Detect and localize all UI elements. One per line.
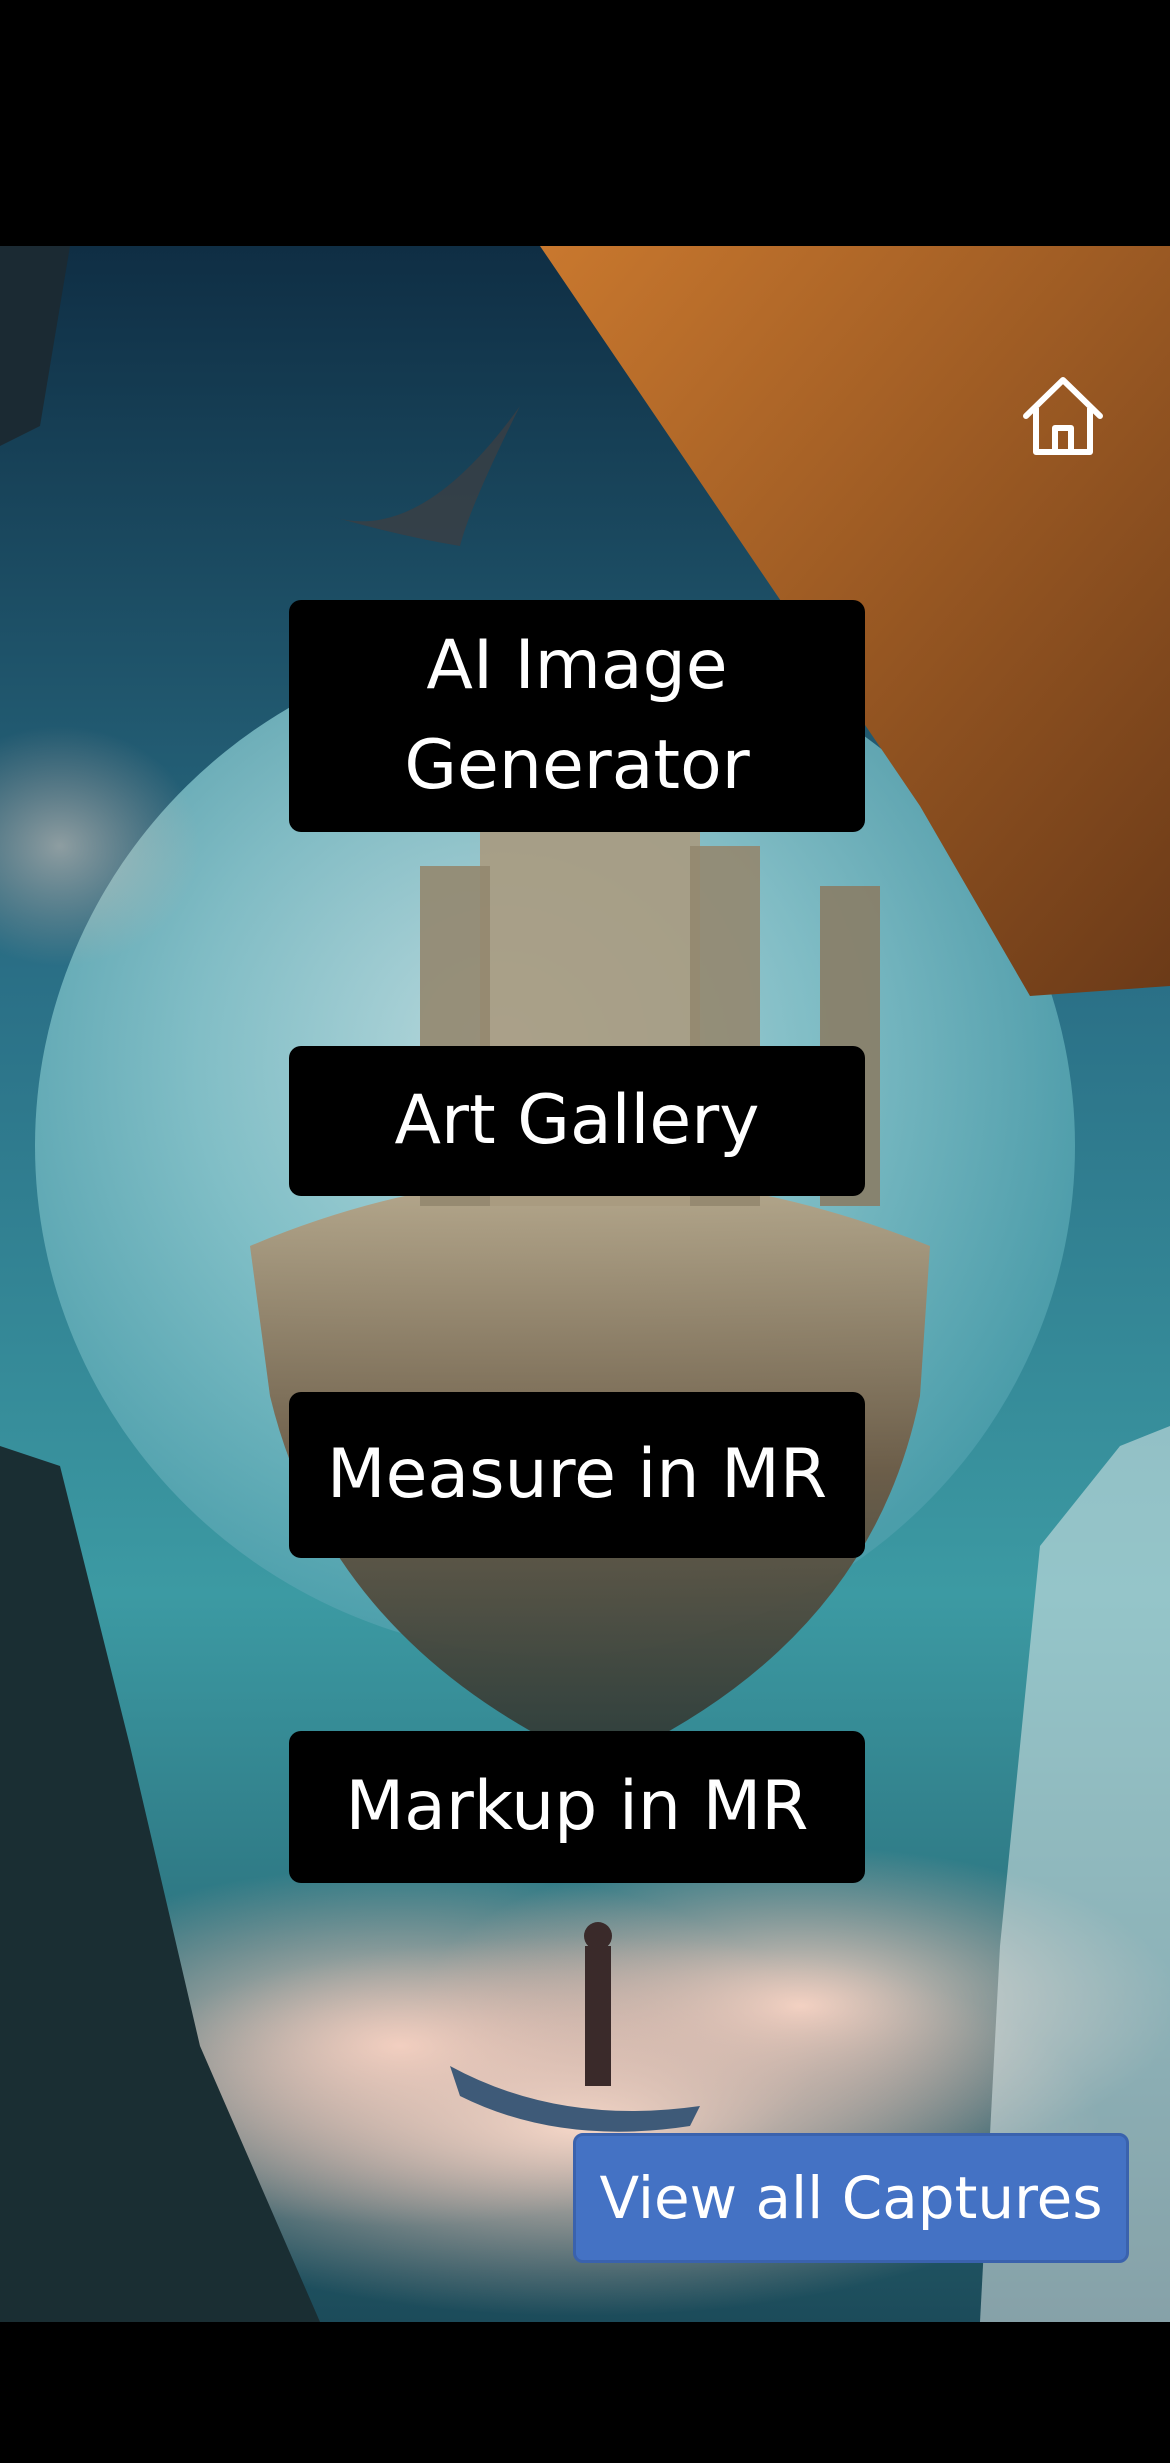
- ai-image-generator-button[interactable]: AI Image Generator: [289, 600, 865, 832]
- background-artwork: [0, 246, 1170, 2322]
- home-button[interactable]: [1018, 372, 1108, 462]
- markup-in-mr-label: Markup in MR: [345, 1767, 809, 1846]
- art-gallery-button[interactable]: Art Gallery: [289, 1046, 865, 1196]
- measure-in-mr-button[interactable]: Measure in MR: [289, 1392, 865, 1558]
- markup-in-mr-button[interactable]: Markup in MR: [289, 1731, 865, 1883]
- status-bar-area: [0, 0, 1170, 246]
- ai-image-generator-label: AI Image Generator: [404, 626, 750, 805]
- view-all-captures-button[interactable]: View all Captures: [573, 2133, 1129, 2263]
- measure-in-mr-label: Measure in MR: [326, 1435, 828, 1514]
- art-gallery-label: Art Gallery: [394, 1081, 760, 1160]
- view-all-captures-label: View all Captures: [599, 2164, 1103, 2232]
- navigation-bar-area: [0, 2322, 1170, 2463]
- home-icon: [1023, 377, 1103, 455]
